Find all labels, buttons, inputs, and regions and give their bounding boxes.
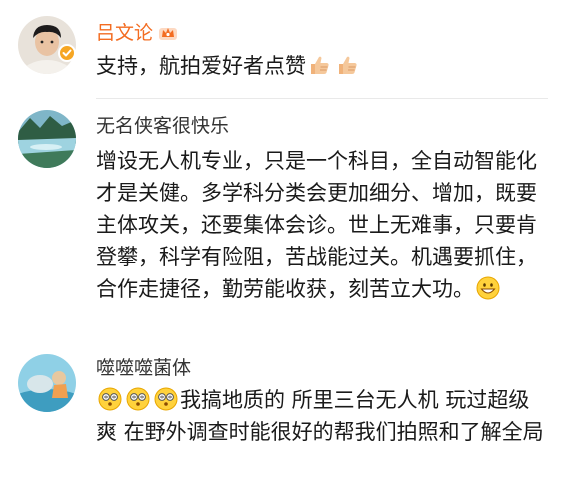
comment-author[interactable]: 噬噬噬菌体 (96, 356, 191, 380)
avatar-image (18, 110, 76, 168)
avatar[interactable] (18, 110, 76, 168)
dizzy-face-emoji-icon (154, 387, 178, 411)
comment-text: 支持，航拍爱好者点赞 (96, 50, 544, 82)
comment-author[interactable]: 吕文论 (96, 21, 178, 45)
comment-thread: 吕文论 支持，航拍爱好者点赞 无名侠客很快乐 增设无人机专业，只是一个科目，全自… (0, 0, 561, 499)
dizzy-face-emoji-icon (126, 387, 150, 411)
divider (96, 98, 548, 99)
comment-author[interactable]: 无名侠客很快乐 (96, 114, 229, 138)
comment-item: 噬噬噬菌体 我搞地质的 所里三台无人机 玩过超级爽 在野外调查时能很好的帮我们拍 (0, 340, 561, 499)
comment-text: 我搞地质的 所里三台无人机 玩过超级爽 在野外调查时能很好的帮我们拍照和了解全局 (96, 387, 544, 444)
dizzy-face-emoji-icon (98, 387, 122, 411)
avatar[interactable] (18, 354, 76, 412)
grin-emoji-icon (476, 276, 500, 300)
thumbs-up-emoji-icon (336, 53, 360, 77)
thumbs-up-emoji-icon (308, 53, 332, 77)
comment-text: 增设无人机专业，只是一个科目，全自动智能化才是关健。多学科分类会更加细分、增加，… (96, 149, 537, 301)
crown-vip-icon (158, 22, 178, 42)
verified-badge-icon (58, 44, 76, 62)
comment-item: 吕文论 支持，航拍爱好者点赞 (0, 0, 561, 100)
avatar-image (18, 354, 76, 412)
comment-item: 无名侠客很快乐 增设无人机专业，只是一个科目，全自动智能化才是关健。多学科分类会… (0, 100, 561, 340)
